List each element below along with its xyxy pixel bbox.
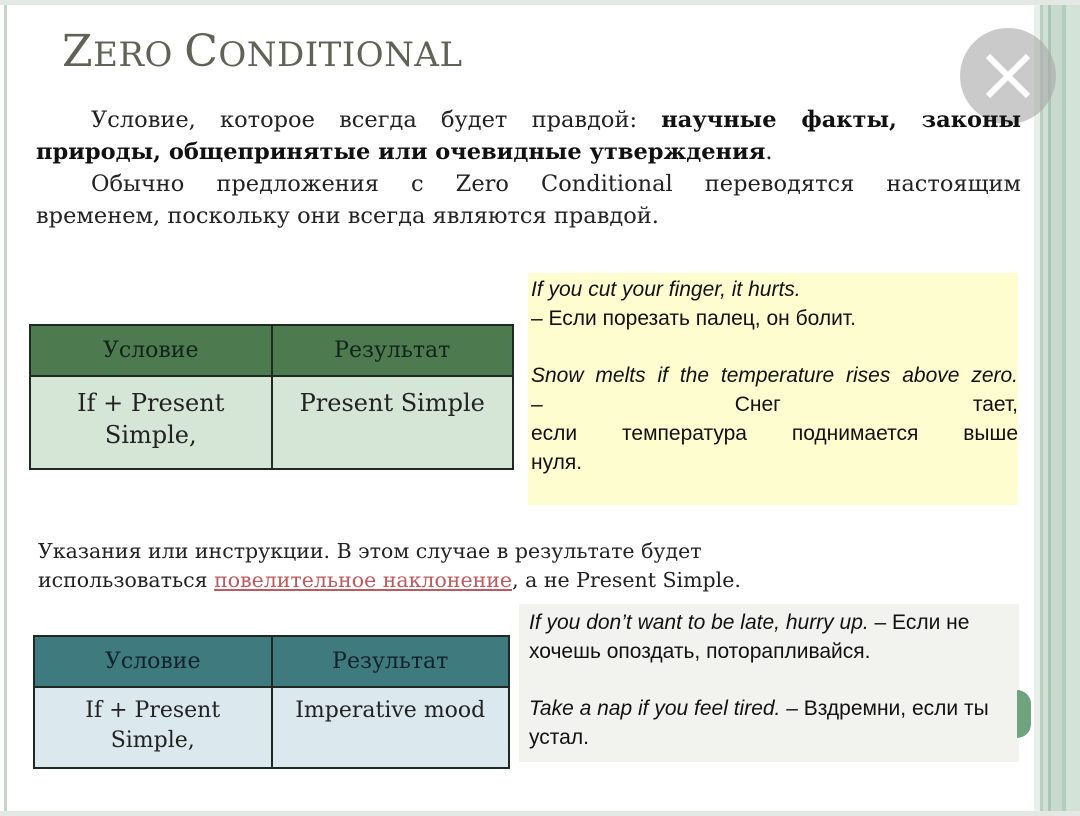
example-english: Take a nap if you feel tired.	[529, 697, 781, 720]
examples-box-instructions: If you don’t want to be late, hurry up. …	[519, 604, 1019, 762]
example-russian-word: Снег	[734, 393, 781, 416]
table-header-condition: Условие	[33, 635, 273, 688]
close-icon	[985, 53, 1031, 99]
table-header-row: Условие Результат	[29, 324, 514, 377]
intro-paragraph-2-line-1: Обычно предложения с Zero Conditional пе…	[36, 168, 1021, 200]
table-cell-condition: If + Present Simple,	[29, 375, 273, 470]
table-header-condition: Условие	[29, 324, 273, 377]
instructions-text-before: использоваться	[38, 568, 215, 592]
intro-bold-text: научные факты, законы	[661, 107, 1021, 133]
table-header-row: Условие Результат	[33, 635, 510, 688]
example-english: If you don’t want to be late, hurry up.	[529, 611, 869, 634]
intro-period: .	[765, 139, 773, 165]
example-english: Snow melts if the temperature rises abov…	[531, 364, 1018, 387]
intro-text: Условие, которое всегда будет правдой: н…	[36, 104, 1021, 232]
table-header-result: Результат	[270, 324, 514, 377]
table-cell-condition: If + Present Simple,	[33, 686, 273, 769]
title-part: Z	[62, 26, 94, 77]
example-russian-line: если температура поднимается выше	[531, 422, 1018, 445]
table-row: If + Present Simple, Present Simple	[29, 375, 514, 470]
example-russian: – Если порезать палец, он болит.	[531, 307, 856, 330]
intro-paragraph-2-line-2: временем, поскольку они всегда являются …	[36, 203, 659, 229]
next-slide-tab[interactable]	[1017, 690, 1031, 738]
instructions-structure-table: Условие Результат If + Present Simple, I…	[33, 635, 510, 769]
table-cell-result: Present Simple	[270, 375, 514, 470]
zero-conditional-structure-table: Условие Результат If + Present Simple, P…	[29, 324, 514, 470]
intro-text-line: Обычно предложения с Zero Conditional пе…	[91, 171, 1021, 197]
title-part: ERO	[93, 35, 185, 75]
intro-paragraph-1-line-2: природы, общепринятые или очевидные утве…	[36, 136, 1021, 168]
imperative-mood-link[interactable]: повелительное наклонение	[214, 568, 512, 592]
slide-frame-bottom	[0, 811, 1080, 816]
table-cell-result: Imperative mood	[270, 686, 510, 769]
example-item: If you don’t want to be late, hurry up. …	[529, 608, 1019, 666]
example-english: If you cut your finger, it hurts.	[531, 278, 801, 301]
example-russian-line: – Снег тает,	[531, 390, 1018, 419]
example-russian-dash: –	[531, 393, 543, 416]
intro-bold-text: природы, общепринятые или очевидные утве…	[36, 139, 766, 165]
instructions-line-1: Указания или инструкции. В этом случае в…	[38, 539, 702, 563]
slide-left-rule	[4, 5, 7, 811]
slide-right-decoration	[1034, 5, 1080, 811]
table-row: If + Present Simple, Imperative mood	[33, 686, 510, 769]
intro-paragraph-1-line-1: Условие, которое всегда будет правдой: н…	[36, 104, 1021, 136]
instructions-text-after: , а не Present Simple.	[512, 568, 741, 592]
instructions-line-2: использоваться повелительное наклонение,…	[38, 566, 828, 595]
instructions-text: Указания или инструкции. В этом случае в…	[38, 537, 828, 595]
intro-plain-text: Условие, которое всегда будет правдой:	[91, 107, 662, 133]
example-item: Take a nap if you feel tired. – Вздремни…	[529, 694, 1019, 752]
slide-frame-top	[0, 0, 1080, 5]
example-russian-word: тает,	[972, 393, 1018, 416]
examples-box-facts: If you cut your finger, it hurts. – Если…	[528, 273, 1018, 505]
slide-title: ZERO CONDITIONAL	[62, 26, 463, 77]
example-russian-line: нуля.	[531, 451, 583, 474]
table-header-result: Результат	[270, 635, 510, 688]
title-part: C	[184, 26, 219, 77]
title-part: ONDITIONAL	[218, 35, 463, 75]
